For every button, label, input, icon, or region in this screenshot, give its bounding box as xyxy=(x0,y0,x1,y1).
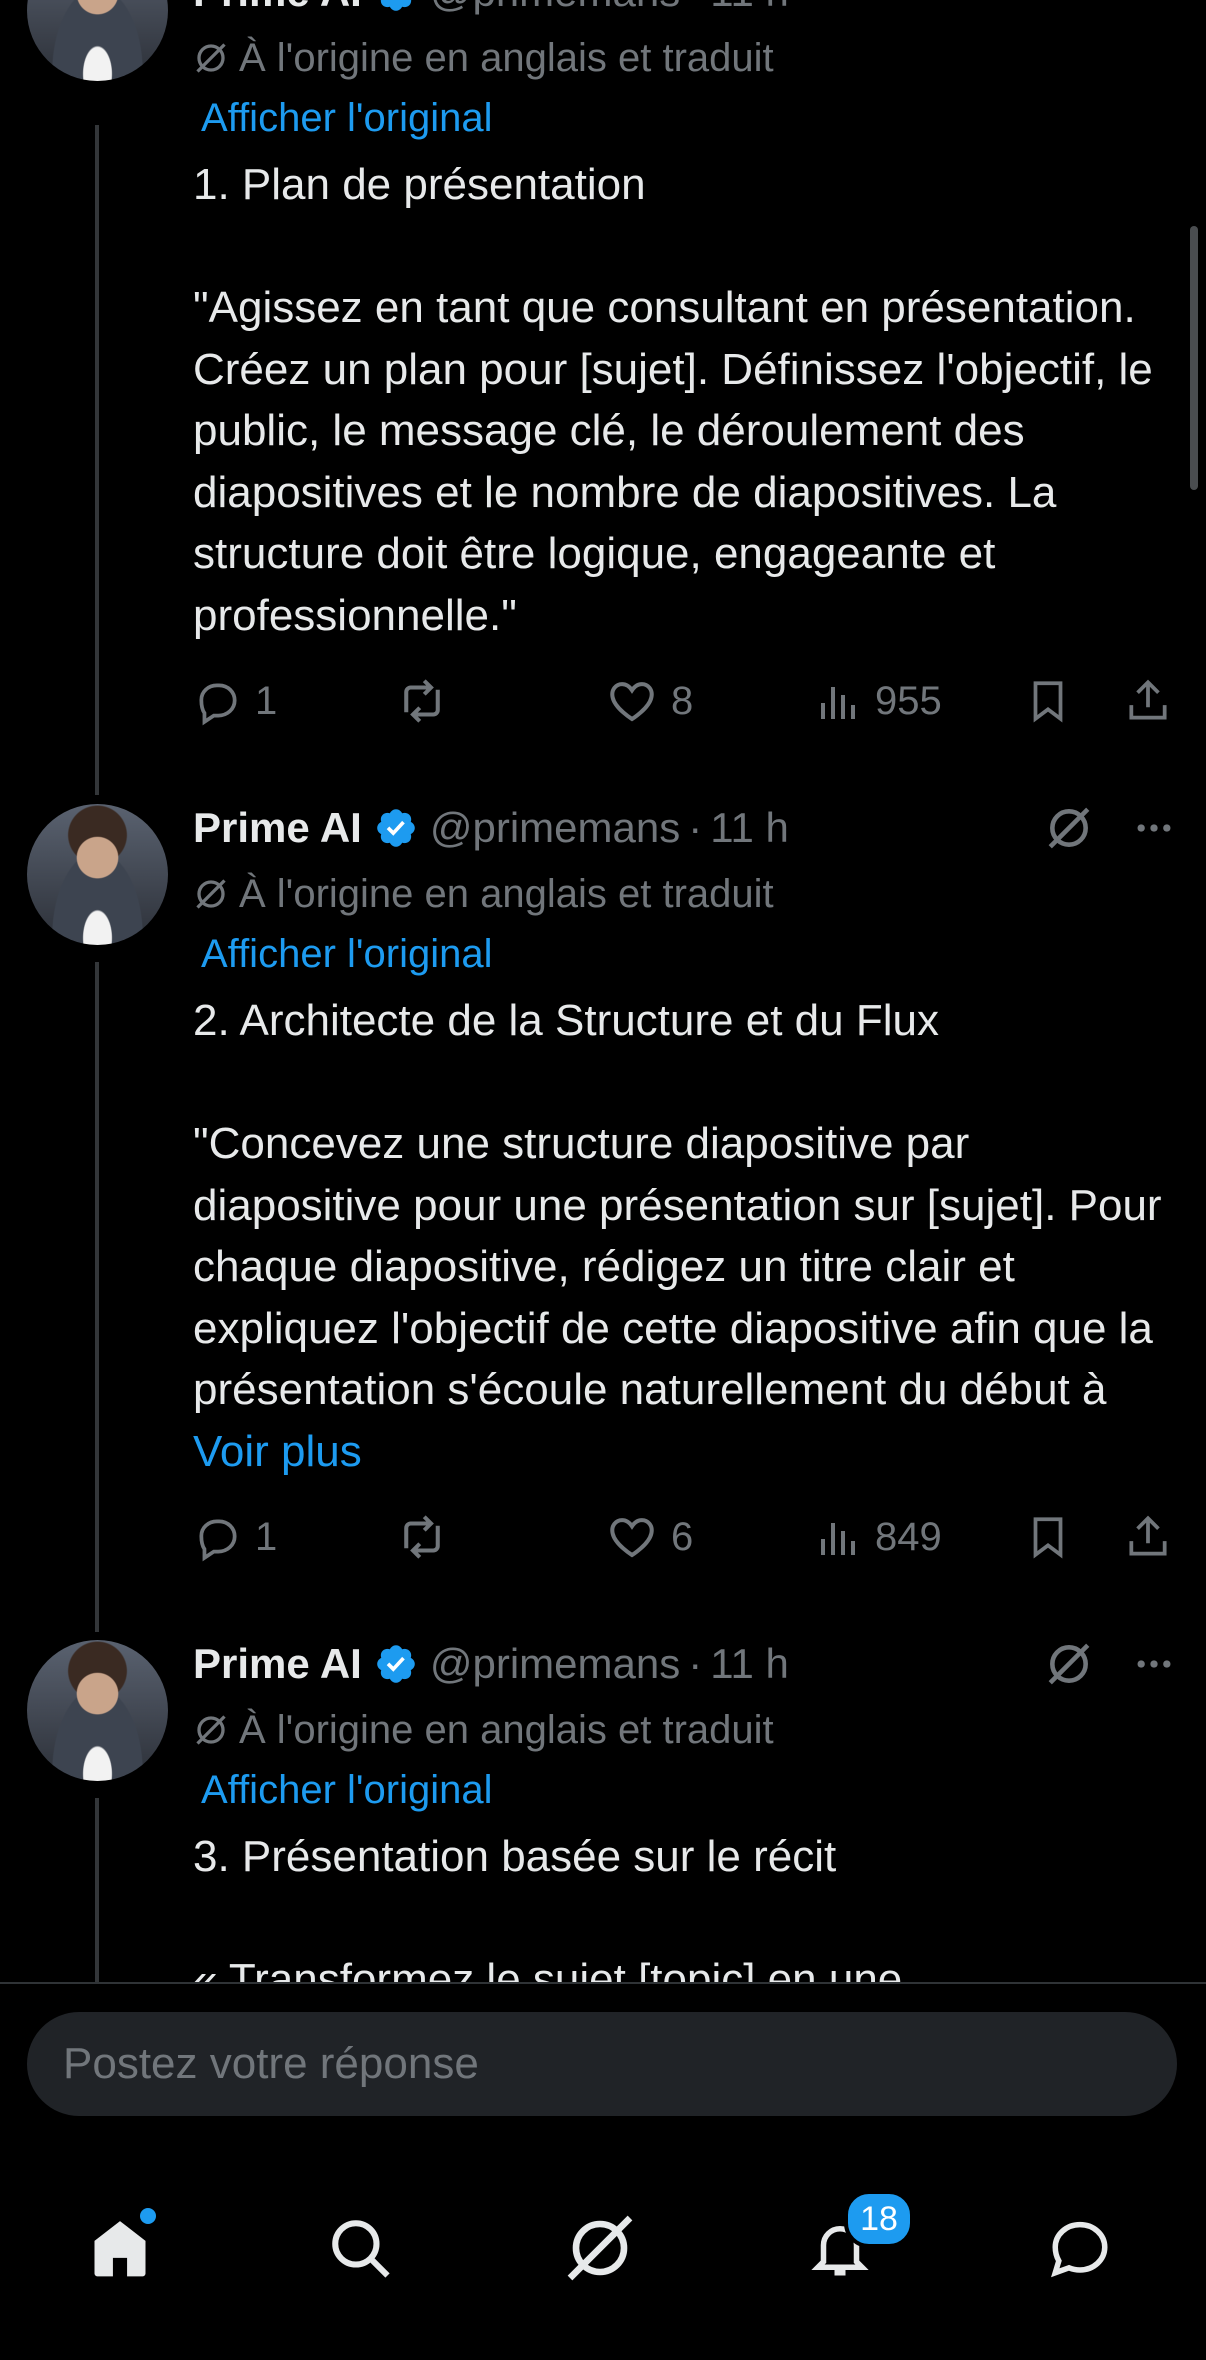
tweet-text: 2. Architecte de la Structure et du Flux… xyxy=(193,990,1176,1482)
reply-button[interactable]: 1 xyxy=(193,676,277,726)
repost-icon xyxy=(404,1515,440,1559)
like-count: 8 xyxy=(671,678,694,723)
analytics-icon xyxy=(821,1523,855,1555)
author-name[interactable]: Prime AI xyxy=(193,0,362,16)
author-name[interactable]: Prime AI xyxy=(193,804,362,852)
translation-text: À l'origine en anglais et traduit xyxy=(239,871,774,916)
home-notification-dot xyxy=(140,2208,156,2224)
repost-button[interactable] xyxy=(395,674,449,728)
avatar[interactable] xyxy=(27,0,168,81)
show-original-link[interactable]: Afficher l'original xyxy=(201,1760,1176,1820)
share-icon xyxy=(1129,679,1167,720)
timestamp[interactable]: 11 h xyxy=(710,0,789,16)
share-button[interactable] xyxy=(1123,676,1173,726)
translation-note: À l'origine en anglais et traduit xyxy=(193,864,1176,924)
bookmark-button[interactable] xyxy=(1023,1512,1073,1562)
scrollbar[interactable] xyxy=(1190,226,1198,490)
nav-grok[interactable] xyxy=(560,2208,640,2288)
reply-count: 1 xyxy=(255,1514,278,1559)
tweet-text: 1. Plan de présentation "Agissez en tant… xyxy=(193,160,1153,640)
views-button[interactable]: 849 xyxy=(815,1513,942,1561)
notifications-badge: 18 xyxy=(844,2190,914,2248)
tweet-text-body: 2. Architecte de la Structure et du Flux… xyxy=(193,996,1162,1414)
author-handle[interactable]: @primemans xyxy=(430,0,680,16)
like-button[interactable]: 8 xyxy=(605,674,693,728)
verified-badge-icon xyxy=(377,1645,415,1683)
nav-home[interactable] xyxy=(80,2208,160,2288)
translation-note: À l'origine en anglais et traduit xyxy=(193,1700,1176,1760)
author-handle[interactable]: @primemans xyxy=(430,804,680,852)
show-original-link[interactable]: Afficher l'original xyxy=(201,88,1176,148)
reply-count: 1 xyxy=(255,678,278,723)
translation-text: À l'origine en anglais et traduit xyxy=(239,35,774,80)
nav-search[interactable] xyxy=(320,2208,400,2288)
author-name[interactable]: Prime AI xyxy=(193,1640,362,1688)
author-handle[interactable]: @primemans xyxy=(430,1640,680,1688)
more-options-icon[interactable] xyxy=(1132,1642,1176,1686)
thread-line xyxy=(95,125,99,795)
bookmark-icon xyxy=(1033,1517,1063,1559)
nav-messages[interactable] xyxy=(1040,2208,1120,2288)
grok-icon xyxy=(196,1715,226,1745)
separator-dot: · xyxy=(688,0,702,16)
analytics-icon xyxy=(821,687,855,719)
heart-icon xyxy=(610,1518,654,1558)
tweet-header: Prime AI @primemans · 11 h xyxy=(193,796,1176,860)
search-icon xyxy=(332,2220,390,2278)
reply-input[interactable]: Postez votre réponse xyxy=(27,2012,1177,2116)
separator-dot: · xyxy=(688,1640,703,1687)
tweet-header: Prime AI @primemans · 11 h xyxy=(193,0,1176,24)
reply-icon xyxy=(199,1519,237,1562)
timestamp[interactable]: 11 h xyxy=(710,804,789,852)
avatar[interactable] xyxy=(27,804,168,945)
home-icon xyxy=(94,2221,146,2277)
reply-icon xyxy=(199,683,237,726)
more-options-icon[interactable] xyxy=(1132,806,1176,850)
thread-line xyxy=(95,962,99,1632)
tweet-header: Prime AI @primemans · 11 h xyxy=(193,1632,1176,1696)
repost-icon xyxy=(404,679,440,723)
nav-notifications[interactable]: 18 xyxy=(800,2190,914,2288)
thread-line xyxy=(95,1798,99,1988)
views-button[interactable]: 955 xyxy=(815,677,942,725)
reply-button[interactable]: 1 xyxy=(193,1512,277,1562)
verified-badge-icon xyxy=(377,809,415,847)
grok-icon xyxy=(567,2215,633,2281)
verified-badge-icon xyxy=(380,0,411,11)
avatar[interactable] xyxy=(27,1640,168,1781)
bookmark-icon xyxy=(1033,681,1063,723)
view-count: 849 xyxy=(875,1514,942,1559)
like-count: 6 xyxy=(671,1514,694,1559)
grok-icon xyxy=(196,43,226,73)
separator-dot: · xyxy=(688,804,703,851)
repost-button[interactable] xyxy=(395,1510,449,1564)
translation-note: À l'origine en anglais et traduit xyxy=(193,28,1176,88)
timestamp[interactable]: 11 h xyxy=(710,1640,789,1688)
bottom-nav: 18 xyxy=(0,2160,1206,2360)
share-button[interactable] xyxy=(1123,1512,1173,1562)
tweet-actions: 1 6 849 xyxy=(193,1502,1184,1572)
share-icon xyxy=(1129,1515,1167,1556)
like-button[interactable]: 6 xyxy=(605,1510,693,1564)
message-icon xyxy=(1051,2221,1108,2278)
view-count: 955 xyxy=(875,678,942,723)
grok-icon[interactable] xyxy=(1044,803,1094,853)
bookmark-button[interactable] xyxy=(1023,676,1073,726)
show-original-link[interactable]: Afficher l'original xyxy=(201,924,1176,984)
translation-text: À l'origine en anglais et traduit xyxy=(239,1707,774,1752)
grok-icon[interactable] xyxy=(1044,1639,1094,1689)
tweet-actions: 1 8 955 xyxy=(193,666,1184,736)
grok-icon xyxy=(196,879,226,909)
reply-composer: Postez votre réponse xyxy=(0,1982,1206,2162)
show-more-link[interactable]: Voir plus xyxy=(193,1427,362,1476)
heart-icon xyxy=(610,682,654,722)
